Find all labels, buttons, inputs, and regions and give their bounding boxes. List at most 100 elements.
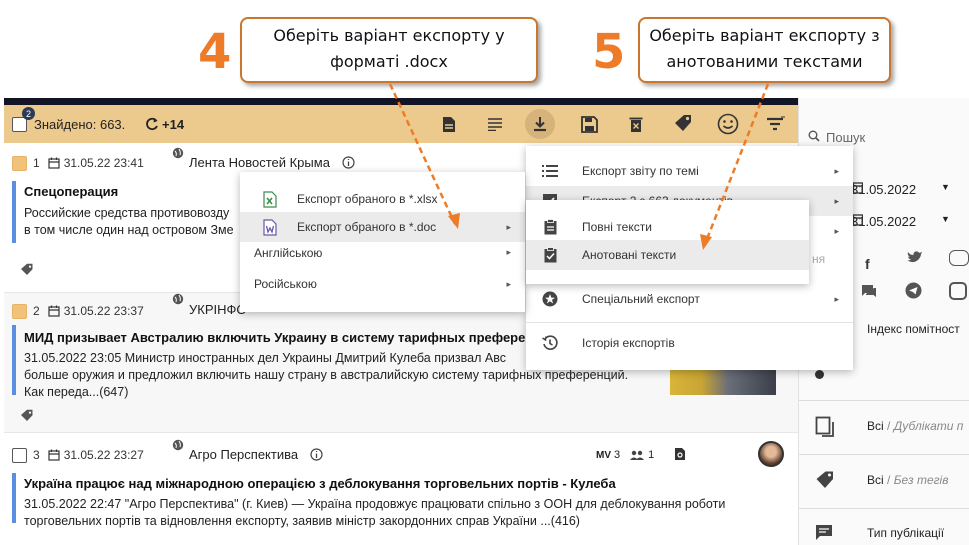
menu-item-label: Повні тексти	[582, 220, 652, 234]
info-icon[interactable]	[310, 448, 323, 461]
item-snippet: торговельних портів та відновлення експо…	[24, 514, 580, 528]
save-icon[interactable]	[578, 113, 600, 135]
format-menu: Експорт обраного в *.xlsx Експорт обрано…	[240, 172, 525, 312]
index-label: Індекс помітност	[867, 322, 960, 336]
item-checkbox[interactable]	[12, 155, 27, 171]
download-icon[interactable]	[525, 109, 555, 139]
item-meta: 2 31.05.22 23:37	[12, 301, 144, 321]
channel-icon[interactable]	[949, 250, 969, 266]
instagram-icon[interactable]	[949, 282, 967, 300]
callout-step-5-text: Оберіть варіант експорту з анотованими т…	[649, 26, 880, 71]
tag-icon[interactable]	[20, 263, 34, 277]
globe-icon	[172, 293, 184, 305]
info-icon[interactable]	[342, 156, 355, 169]
calendar-icon	[853, 214, 863, 226]
chevron-right-icon: ▸	[834, 195, 839, 206]
found-count: Знайдено: 663.	[34, 116, 126, 132]
avatar[interactable]	[758, 441, 784, 467]
refresh-count: +14	[162, 116, 185, 132]
people-count: 1	[648, 449, 655, 461]
results-toolbar: 2 Знайдено: 663. +14	[4, 105, 798, 143]
delete-icon[interactable]	[625, 113, 647, 135]
menu-item-english[interactable]: Англійською ▸	[240, 242, 525, 262]
callout-step-4-text: Оберіть варіант експорту у форматі .docx	[273, 26, 505, 71]
star-icon	[540, 289, 560, 309]
item-number: 1	[33, 156, 40, 170]
menu-item-export-xlsx[interactable]: Експорт обраного в *.xlsx	[240, 184, 525, 214]
document-icon[interactable]	[438, 113, 460, 135]
step-number-4: 4	[198, 24, 232, 80]
menu-item-export-history[interactable]: Історія експортів	[526, 328, 853, 358]
list-item[interactable]: 3 31.05.22 23:27 Агро Перспектива MV 3 1…	[4, 433, 798, 545]
item-source[interactable]: Агро Перспектива	[189, 447, 298, 462]
top-dark-bar	[4, 98, 798, 105]
menu-item-label: Експорт звіту по темі	[582, 164, 699, 178]
item-headline[interactable]: МИД призывает Австралию включить Украину…	[24, 330, 557, 345]
item-source[interactable]: Лента Новостей Крыма	[189, 155, 330, 170]
menu-item-russian[interactable]: Російською ▸	[240, 269, 525, 299]
history-icon	[540, 333, 560, 353]
tag-icon[interactable]	[672, 113, 694, 135]
item-checkbox[interactable]	[12, 447, 27, 463]
divider	[799, 454, 969, 455]
search-doc-icon[interactable]	[674, 447, 686, 461]
item-stats: MV 3 1	[596, 449, 654, 461]
chevron-right-icon: ▸	[834, 225, 839, 236]
item-meta: 3 31.05.22 23:27	[12, 445, 144, 465]
menu-item-export-doc[interactable]: Експорт обраного в *.doc ▸	[240, 212, 525, 242]
divider	[799, 400, 969, 401]
chevron-right-icon: ▸	[834, 165, 839, 176]
item-date: 31.05.22 23:37	[63, 304, 144, 318]
date-to-caret-icon[interactable]: ▼	[941, 214, 950, 224]
menu-item-label: Експорт обраного в *.doc	[297, 220, 437, 234]
word-icon	[260, 217, 280, 237]
tag-icon[interactable]	[20, 409, 34, 423]
item-snippet: 31.05.2022 22:47 "Агро Перспектива" (г. …	[24, 497, 726, 511]
facebook-icon[interactable]: f	[865, 256, 870, 272]
emoji-icon[interactable]	[717, 113, 739, 135]
item-meta: 1 31.05.22 23:41	[12, 153, 144, 173]
item-snippet: Как передa...(647)	[24, 385, 129, 399]
excel-icon	[260, 189, 280, 209]
item-headline[interactable]: Спецоперация	[24, 184, 118, 199]
refresh-button[interactable]: +14	[144, 105, 184, 143]
people-icon	[630, 450, 645, 460]
filter-icon[interactable]	[765, 113, 787, 135]
chevron-right-icon: ▸	[506, 278, 511, 289]
telegram-icon[interactable]	[905, 282, 922, 302]
lines-icon[interactable]	[484, 113, 506, 135]
publication-type-icon	[816, 525, 832, 540]
clipboard-icon	[540, 217, 560, 237]
comments-icon[interactable]	[861, 284, 877, 301]
list-icon	[540, 161, 560, 181]
date-from-caret-icon[interactable]: ▼	[941, 182, 950, 192]
slider-dot[interactable]	[815, 370, 824, 379]
globe-icon	[172, 439, 184, 451]
calendar-icon	[48, 449, 60, 461]
menu-item-export-report[interactable]: Експорт звіту по темі ▸	[526, 156, 853, 186]
menu-divider	[526, 322, 853, 323]
item-headline[interactable]: Україна працює над міжнародною операцією…	[24, 476, 616, 491]
item-accent-bar	[12, 181, 16, 243]
chevron-right-icon: ▸	[834, 293, 839, 304]
menu-item-label: Анотовані тексти	[582, 248, 677, 262]
duplicate-icon	[815, 416, 834, 437]
step-number-5: 5	[592, 24, 626, 80]
search-input[interactable]: Пошук	[826, 130, 865, 145]
twitter-icon[interactable]	[907, 250, 923, 267]
menu-item-annotated-texts[interactable]: Анотовані тексти	[526, 240, 809, 270]
duplicates-filter[interactable]: Всі / Дублікати п	[867, 419, 963, 433]
item-accent-bar	[12, 325, 16, 395]
item-number: 2	[33, 304, 40, 318]
menu-item-label: Експорт обраного в *.xlsx	[297, 192, 438, 206]
tags-filter[interactable]: Всі / Без тегів	[867, 473, 948, 487]
publication-type-label[interactable]: Тип публікації	[867, 526, 944, 540]
item-accent-bar	[12, 473, 16, 523]
item-source[interactable]: УКРІНФО	[189, 302, 247, 317]
clipboard-check-icon	[540, 245, 560, 265]
item-checkbox[interactable]	[12, 303, 27, 319]
menu-item-special-export[interactable]: Спеціальний експорт ▸	[526, 284, 853, 314]
menu-item-label: Російською	[254, 277, 317, 291]
menu-item-full-texts[interactable]: Повні тексти	[526, 212, 809, 242]
texts-menu: Повні тексти Анотовані тексти	[526, 200, 809, 284]
